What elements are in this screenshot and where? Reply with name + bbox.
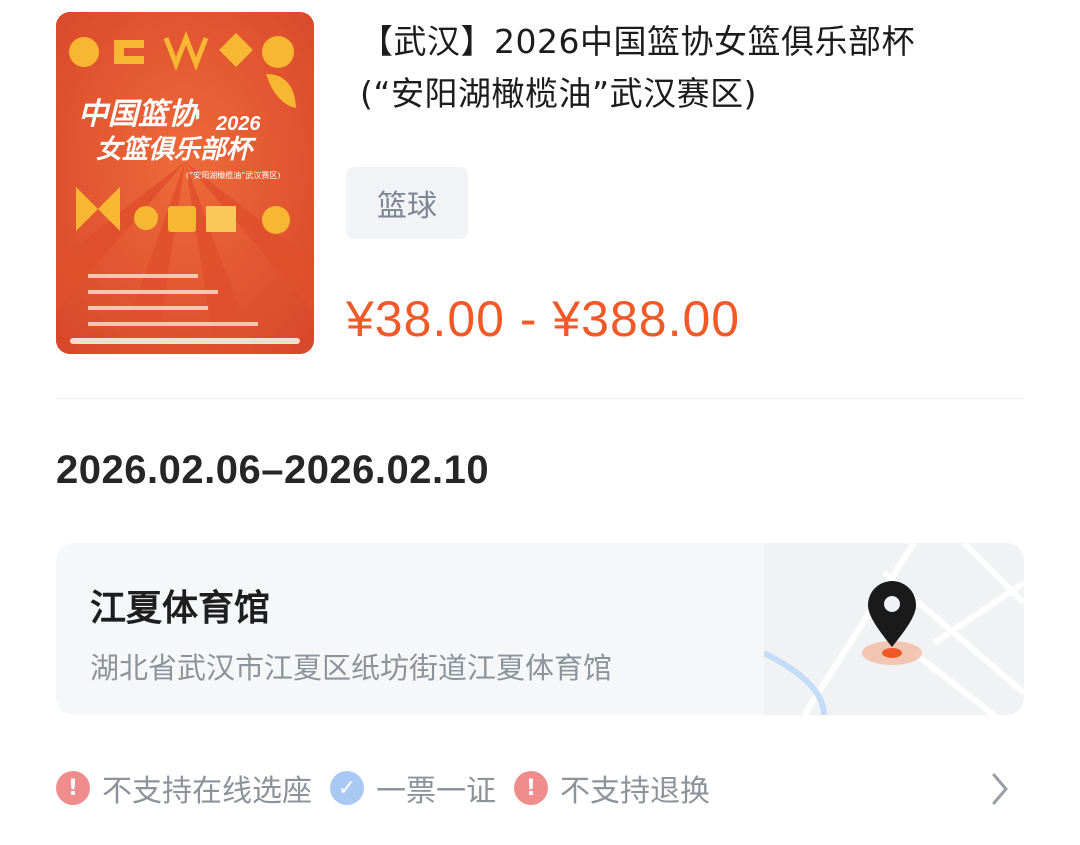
event-title-line-1: 【武汉】2026中国篮协女篮俱乐部杯 <box>360 22 915 61</box>
venue-name: 江夏体育馆 <box>90 588 271 629</box>
poster-year: 2026 <box>215 113 261 135</box>
policy-row[interactable]: ! 不支持在线选座 ✓ 一票一证 ! 不支持退换 <box>56 765 1024 811</box>
policy-label: 不支持在线选座 <box>102 774 312 809</box>
policy-label: 一票一证 <box>376 774 496 809</box>
check-icon: ✓ <box>330 771 364 805</box>
poster-artwork: 中国篮协 2026 女篮俱乐部杯 (“安阳湖橄榄油”武汉赛区) <box>56 12 314 354</box>
event-title: 【武汉】2026中国篮协女篮俱乐部杯 (“安阳湖橄榄油”武汉赛区) <box>360 16 1040 120</box>
poster-subtitle: (“安阳湖橄榄油”武汉赛区) <box>186 170 281 180</box>
price-range: ¥38.00 - ¥388.00 <box>346 291 741 347</box>
policy-label: 不支持退换 <box>560 774 710 809</box>
warning-icon: ! <box>56 771 90 805</box>
poster-headline-2: 女篮俱乐部杯 <box>96 135 257 165</box>
poster-headline-1: 中国篮协 <box>78 97 200 132</box>
venue-card[interactable]: 江夏体育馆 湖北省武汉市江夏区纸坊街道江夏体育馆 <box>56 543 1024 715</box>
policy-item: ! 不支持退换 <box>514 766 710 810</box>
venue-address: 湖北省武汉市江夏区纸坊街道江夏体育馆 <box>90 651 613 685</box>
event-date-range: 2026.02.06–2026.02.10 <box>56 448 490 492</box>
event-detail-page: 中国篮协 2026 女篮俱乐部杯 (“安阳湖橄榄油”武汉赛区) 【武汉】2026… <box>0 0 1080 845</box>
event-title-line-2: (“安阳湖橄榄油”武汉赛区) <box>360 74 757 113</box>
policy-item: ! 不支持在线选座 <box>56 766 312 810</box>
category-tag: 篮球 <box>346 167 468 239</box>
warning-icon: ! <box>514 771 548 805</box>
section-divider <box>56 398 1024 399</box>
chevron-right-icon[interactable] <box>986 769 1014 809</box>
event-poster[interactable]: 中国篮协 2026 女篮俱乐部杯 (“安阳湖橄榄油”武汉赛区) <box>56 12 314 354</box>
policy-item: ✓ 一票一证 <box>330 766 496 810</box>
venue-map-thumbnail[interactable] <box>764 543 1024 715</box>
